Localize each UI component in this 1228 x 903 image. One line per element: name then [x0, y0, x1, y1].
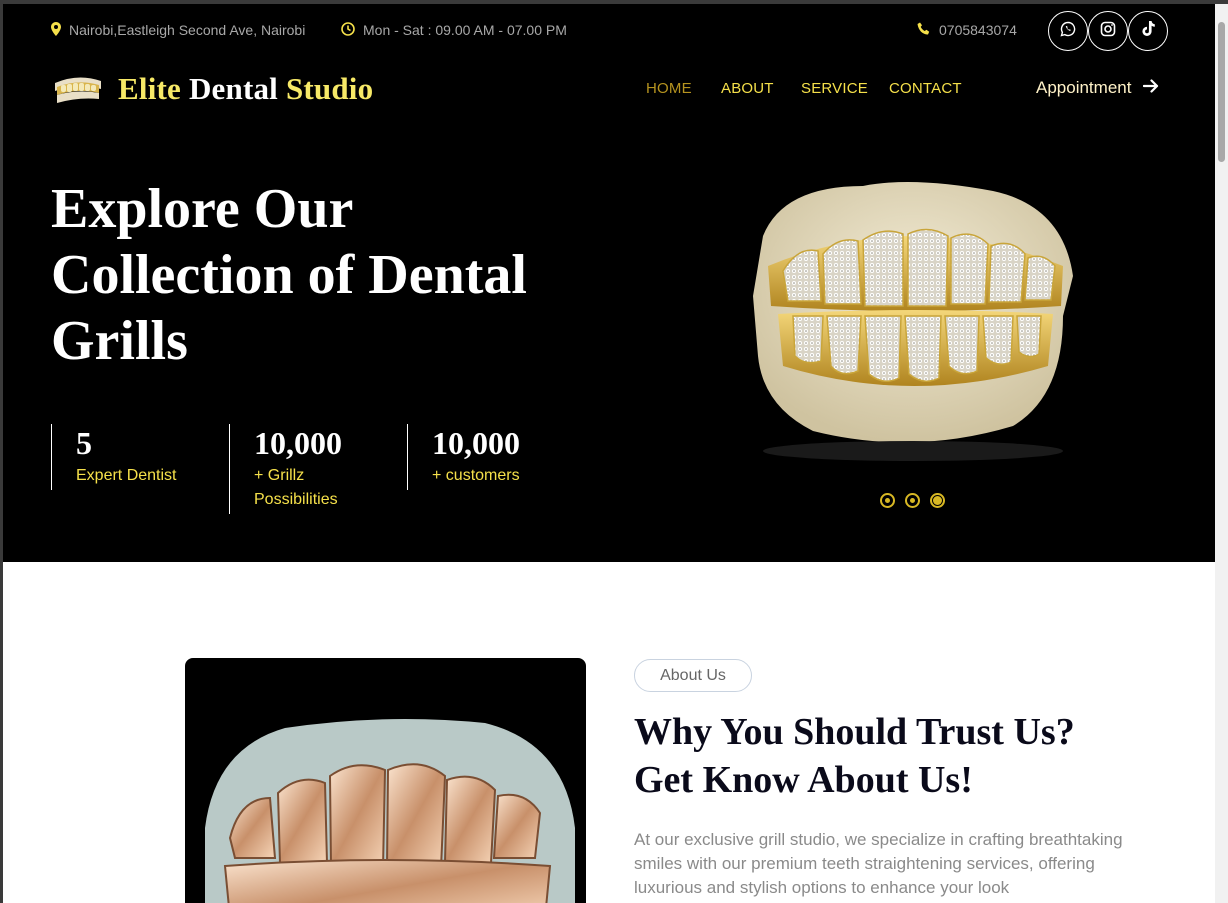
whatsapp-icon: [1060, 21, 1076, 41]
phone-info[interactable]: 0705843074: [917, 22, 1017, 38]
hero-title-line-3: Grills: [51, 310, 188, 372]
scrollbar-thumb[interactable]: [1218, 22, 1225, 162]
phone-text: 0705843074: [939, 22, 1017, 38]
stat-value: 10,000: [432, 425, 520, 461]
nav-home[interactable]: HOME: [646, 80, 692, 97]
whatsapp-button[interactable]: [1048, 11, 1088, 51]
stat-dentists: 5 Expert Dentist: [51, 424, 229, 490]
arrow-right-icon: [1143, 78, 1159, 98]
page-scrollbar[interactable]: [1215, 4, 1228, 903]
stat-label-line-2: Possibilities: [254, 491, 338, 508]
slider-dots: [880, 493, 945, 508]
nav-about[interactable]: ABOUT: [721, 80, 774, 97]
slider-dot-3[interactable]: [930, 493, 945, 508]
main-nav: Elite Dental Studio HOME ABOUT SERVICE C…: [3, 58, 1215, 118]
stat-value: 10,000: [254, 425, 342, 461]
clock-icon: [341, 22, 355, 38]
tiktok-button[interactable]: [1128, 11, 1168, 51]
about-title-line-2: Get Know About Us!: [634, 759, 973, 801]
nav-service[interactable]: SERVICE: [801, 80, 868, 97]
address-info: Nairobi,Eastleigh Second Ave, Nairobi: [51, 22, 305, 38]
logo-grill-icon[interactable]: [53, 73, 103, 105]
top-bar: Nairobi,Eastleigh Second Ave, Nairobi Mo…: [3, 4, 1215, 58]
stat-label: + Grillz Possibilities: [254, 464, 407, 512]
stat-value: 5: [76, 425, 92, 461]
about-title: Why You Should Trust Us? Get Know About …: [634, 708, 1194, 804]
slider-dot-2[interactable]: [905, 493, 920, 508]
brand-name[interactable]: Elite Dental Studio: [118, 71, 373, 107]
location-pin-icon: [51, 22, 61, 38]
hero-title: Explore Our Collection of Dental Grills: [51, 176, 611, 374]
stat-customers: 10,000 + customers: [407, 424, 585, 490]
slider-dot-1[interactable]: [880, 493, 895, 508]
about-grillz-image: [185, 658, 586, 903]
stat-label-line-1: + Grillz: [254, 467, 305, 484]
hero-stats: 5 Expert Dentist 10,000 + Grillz Possibi…: [51, 424, 585, 514]
about-us-badge: About Us: [634, 659, 752, 692]
about-title-line-1: Why You Should Trust Us?: [634, 711, 1075, 753]
phone-icon: [917, 22, 931, 38]
brand-part-1: Elite: [118, 71, 181, 106]
stat-label: Expert Dentist: [76, 467, 177, 484]
about-description: At our exclusive grill studio, we specia…: [634, 830, 1123, 897]
hero-section: Nairobi,Eastleigh Second Ave, Nairobi Mo…: [3, 4, 1215, 562]
hero-title-line-2: Collection of Dental: [51, 244, 527, 306]
brand-part-2: Dental: [188, 71, 278, 106]
stat-label: + customers: [432, 467, 520, 484]
stat-grillz: 10,000 + Grillz Possibilities: [229, 424, 407, 514]
brand-part-3: Studio: [285, 71, 374, 106]
address-text: Nairobi,Eastleigh Second Ave, Nairobi: [69, 22, 306, 38]
appointment-label: Appointment: [1036, 78, 1132, 97]
nav-contact[interactable]: CONTACT: [889, 80, 962, 97]
hours-text: Mon - Sat : 09.00 AM - 07.00 PM: [363, 22, 567, 38]
hero-grillz-image: [743, 166, 1083, 466]
hours-info: Mon - Sat : 09.00 AM - 07.00 PM: [341, 22, 567, 38]
hero-title-line-1: Explore Our: [51, 178, 354, 240]
instagram-button[interactable]: [1088, 11, 1128, 51]
instagram-icon: [1100, 21, 1116, 41]
appointment-button[interactable]: Appointment: [1036, 78, 1159, 98]
tiktok-icon: [1141, 21, 1155, 41]
